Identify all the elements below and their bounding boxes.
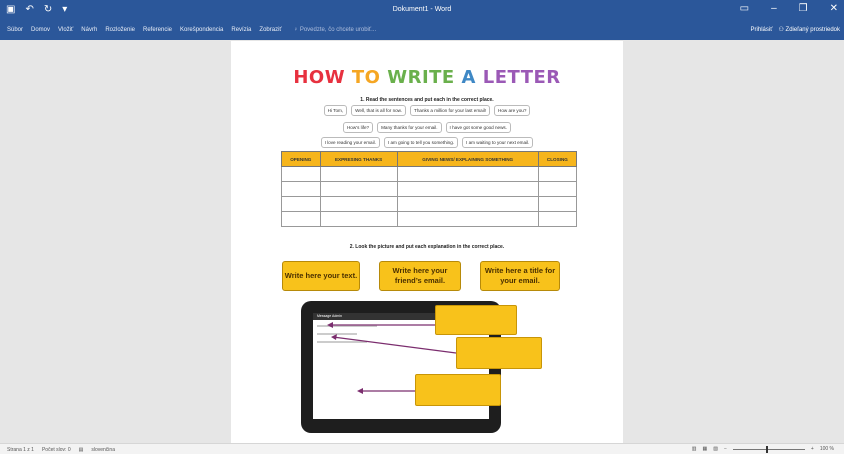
answer-box xyxy=(456,337,542,369)
arrowhead xyxy=(357,388,363,394)
zoom-level[interactable]: 100 % xyxy=(820,446,834,452)
zoom-slider-knob[interactable] xyxy=(765,445,768,453)
ribbon-tabs: Súbor Domov Vložiť Návrh Rozloženie Refe… xyxy=(7,27,376,33)
close-icon[interactable]: ✕ xyxy=(830,3,838,14)
print-layout-icon[interactable]: ▦ xyxy=(703,446,708,452)
document-page[interactable]: HOW TO WRITE A LETTER 1. Read the senten… xyxy=(231,41,623,443)
arrowhead xyxy=(331,334,337,340)
tab-references[interactable]: Referencie xyxy=(143,27,172,33)
zoom-in-button[interactable]: + xyxy=(811,446,814,452)
tab-layout[interactable]: Rozloženie xyxy=(105,27,135,33)
ribbon: Súbor Domov Vložiť Návrh Rozloženie Refe… xyxy=(0,21,844,40)
title-bar: ▣ ↶ ↻ ▾ Dokument1 - Word ▭ – ❐ ✕ xyxy=(0,0,844,21)
read-mode-icon[interactable]: ▥ xyxy=(692,446,697,452)
status-bar: Strana 1 z 1 Počet slov: 0 ▤ slovenčina … xyxy=(0,443,844,454)
arrow-line xyxy=(332,336,457,354)
share-label: Zdieľaný prostriedok xyxy=(785,27,840,33)
window-controls: ▭ – ❐ ✕ xyxy=(740,3,838,14)
proofing-icon[interactable]: ▤ xyxy=(79,447,84,453)
answer-box xyxy=(415,374,501,406)
word-count[interactable]: Počet slov: 0 xyxy=(42,447,71,453)
tab-file[interactable]: Súbor xyxy=(7,27,23,33)
arrowhead xyxy=(327,322,333,328)
web-layout-icon[interactable]: ▧ xyxy=(713,446,718,452)
zoom-out-button[interactable]: − xyxy=(724,446,727,452)
restore-icon[interactable]: ❐ xyxy=(799,3,808,14)
sign-in-link[interactable]: Prihlásiť xyxy=(751,27,773,33)
status-left: Strana 1 z 1 Počet slov: 0 ▤ slovenčina xyxy=(7,447,115,453)
tab-design[interactable]: Návrh xyxy=(81,27,97,33)
tab-mailings[interactable]: Korešpondencia xyxy=(180,27,223,33)
answer-box xyxy=(435,305,517,335)
tab-review[interactable]: Revízia xyxy=(231,27,251,33)
tab-home[interactable]: Domov xyxy=(31,27,50,33)
share-button[interactable]: ⚇ Zdieľaný prostriedok xyxy=(778,26,840,33)
zoom-slider[interactable] xyxy=(732,445,805,453)
status-right: ▥ ▦ ▧ − + 100 % xyxy=(692,445,834,453)
ribbon-display-icon[interactable]: ▭ xyxy=(740,3,749,14)
page-indicator[interactable]: Strana 1 z 1 xyxy=(7,447,34,453)
tell-me-text: Povedzte, čo chcete urobiť... xyxy=(299,27,377,33)
minimize-icon[interactable]: – xyxy=(771,3,777,14)
tell-me-box[interactable]: ♀ Povedzte, čo chcete urobiť... xyxy=(294,27,376,33)
person-icon: ⚇ xyxy=(778,27,784,33)
window-title: Dokument1 - Word xyxy=(392,6,452,13)
tab-view[interactable]: Zobraziť xyxy=(259,27,281,33)
language-indicator[interactable]: slovenčina xyxy=(91,447,115,453)
lightbulb-icon: ♀ xyxy=(293,27,299,33)
tab-insert[interactable]: Vložiť xyxy=(58,27,73,33)
ribbon-right: Prihlásiť ⚇ Zdieľaný prostriedok xyxy=(751,26,840,34)
